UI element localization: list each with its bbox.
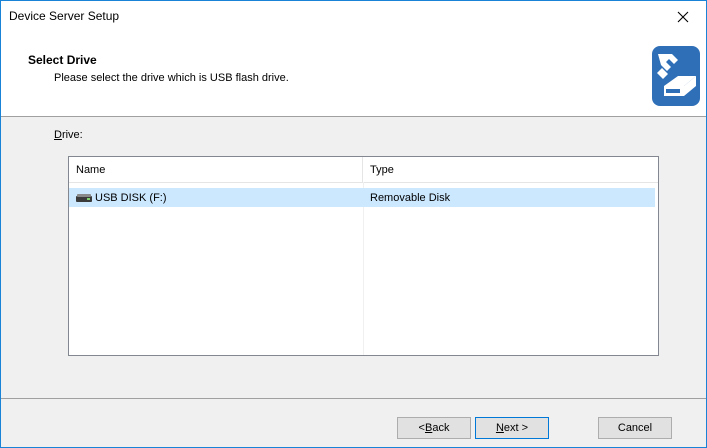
title-bar: Device Server Setup [1, 1, 706, 32]
footer-divider [1, 398, 706, 399]
setup-dialog: Device Server Setup Select Drive Please … [0, 0, 707, 448]
usb-drive-wrench-icon [652, 46, 700, 106]
column-header-name[interactable]: Name [69, 157, 363, 182]
column-divider [363, 182, 364, 355]
cancel-button[interactable]: Cancel [598, 417, 672, 439]
close-icon [677, 11, 689, 22]
window-title: Device Server Setup [9, 9, 120, 23]
drive-type: Removable Disk [370, 191, 451, 204]
column-header-type[interactable]: Type [363, 157, 658, 182]
page-title: Select Drive [28, 53, 97, 67]
drive-name: USB DISK (F:) [95, 191, 167, 204]
list-item[interactable]: USB DISK (F:) Removable Disk [69, 188, 655, 207]
next-button[interactable]: Next > [475, 417, 549, 439]
removable-disk-icon [76, 193, 92, 202]
back-button[interactable]: < Back [397, 417, 471, 439]
drive-list[interactable]: Name Type USB DISK (F:) Removable Disk [68, 156, 659, 356]
page-subtitle: Please select the drive which is USB fla… [54, 72, 289, 84]
list-header: Name Type [69, 157, 658, 183]
wizard-header: Select Drive Please select the drive whi… [1, 32, 706, 117]
close-button[interactable] [660, 1, 706, 32]
list-item-name-cell: USB DISK (F:) [76, 188, 167, 207]
drive-label: Drive: [54, 129, 83, 141]
